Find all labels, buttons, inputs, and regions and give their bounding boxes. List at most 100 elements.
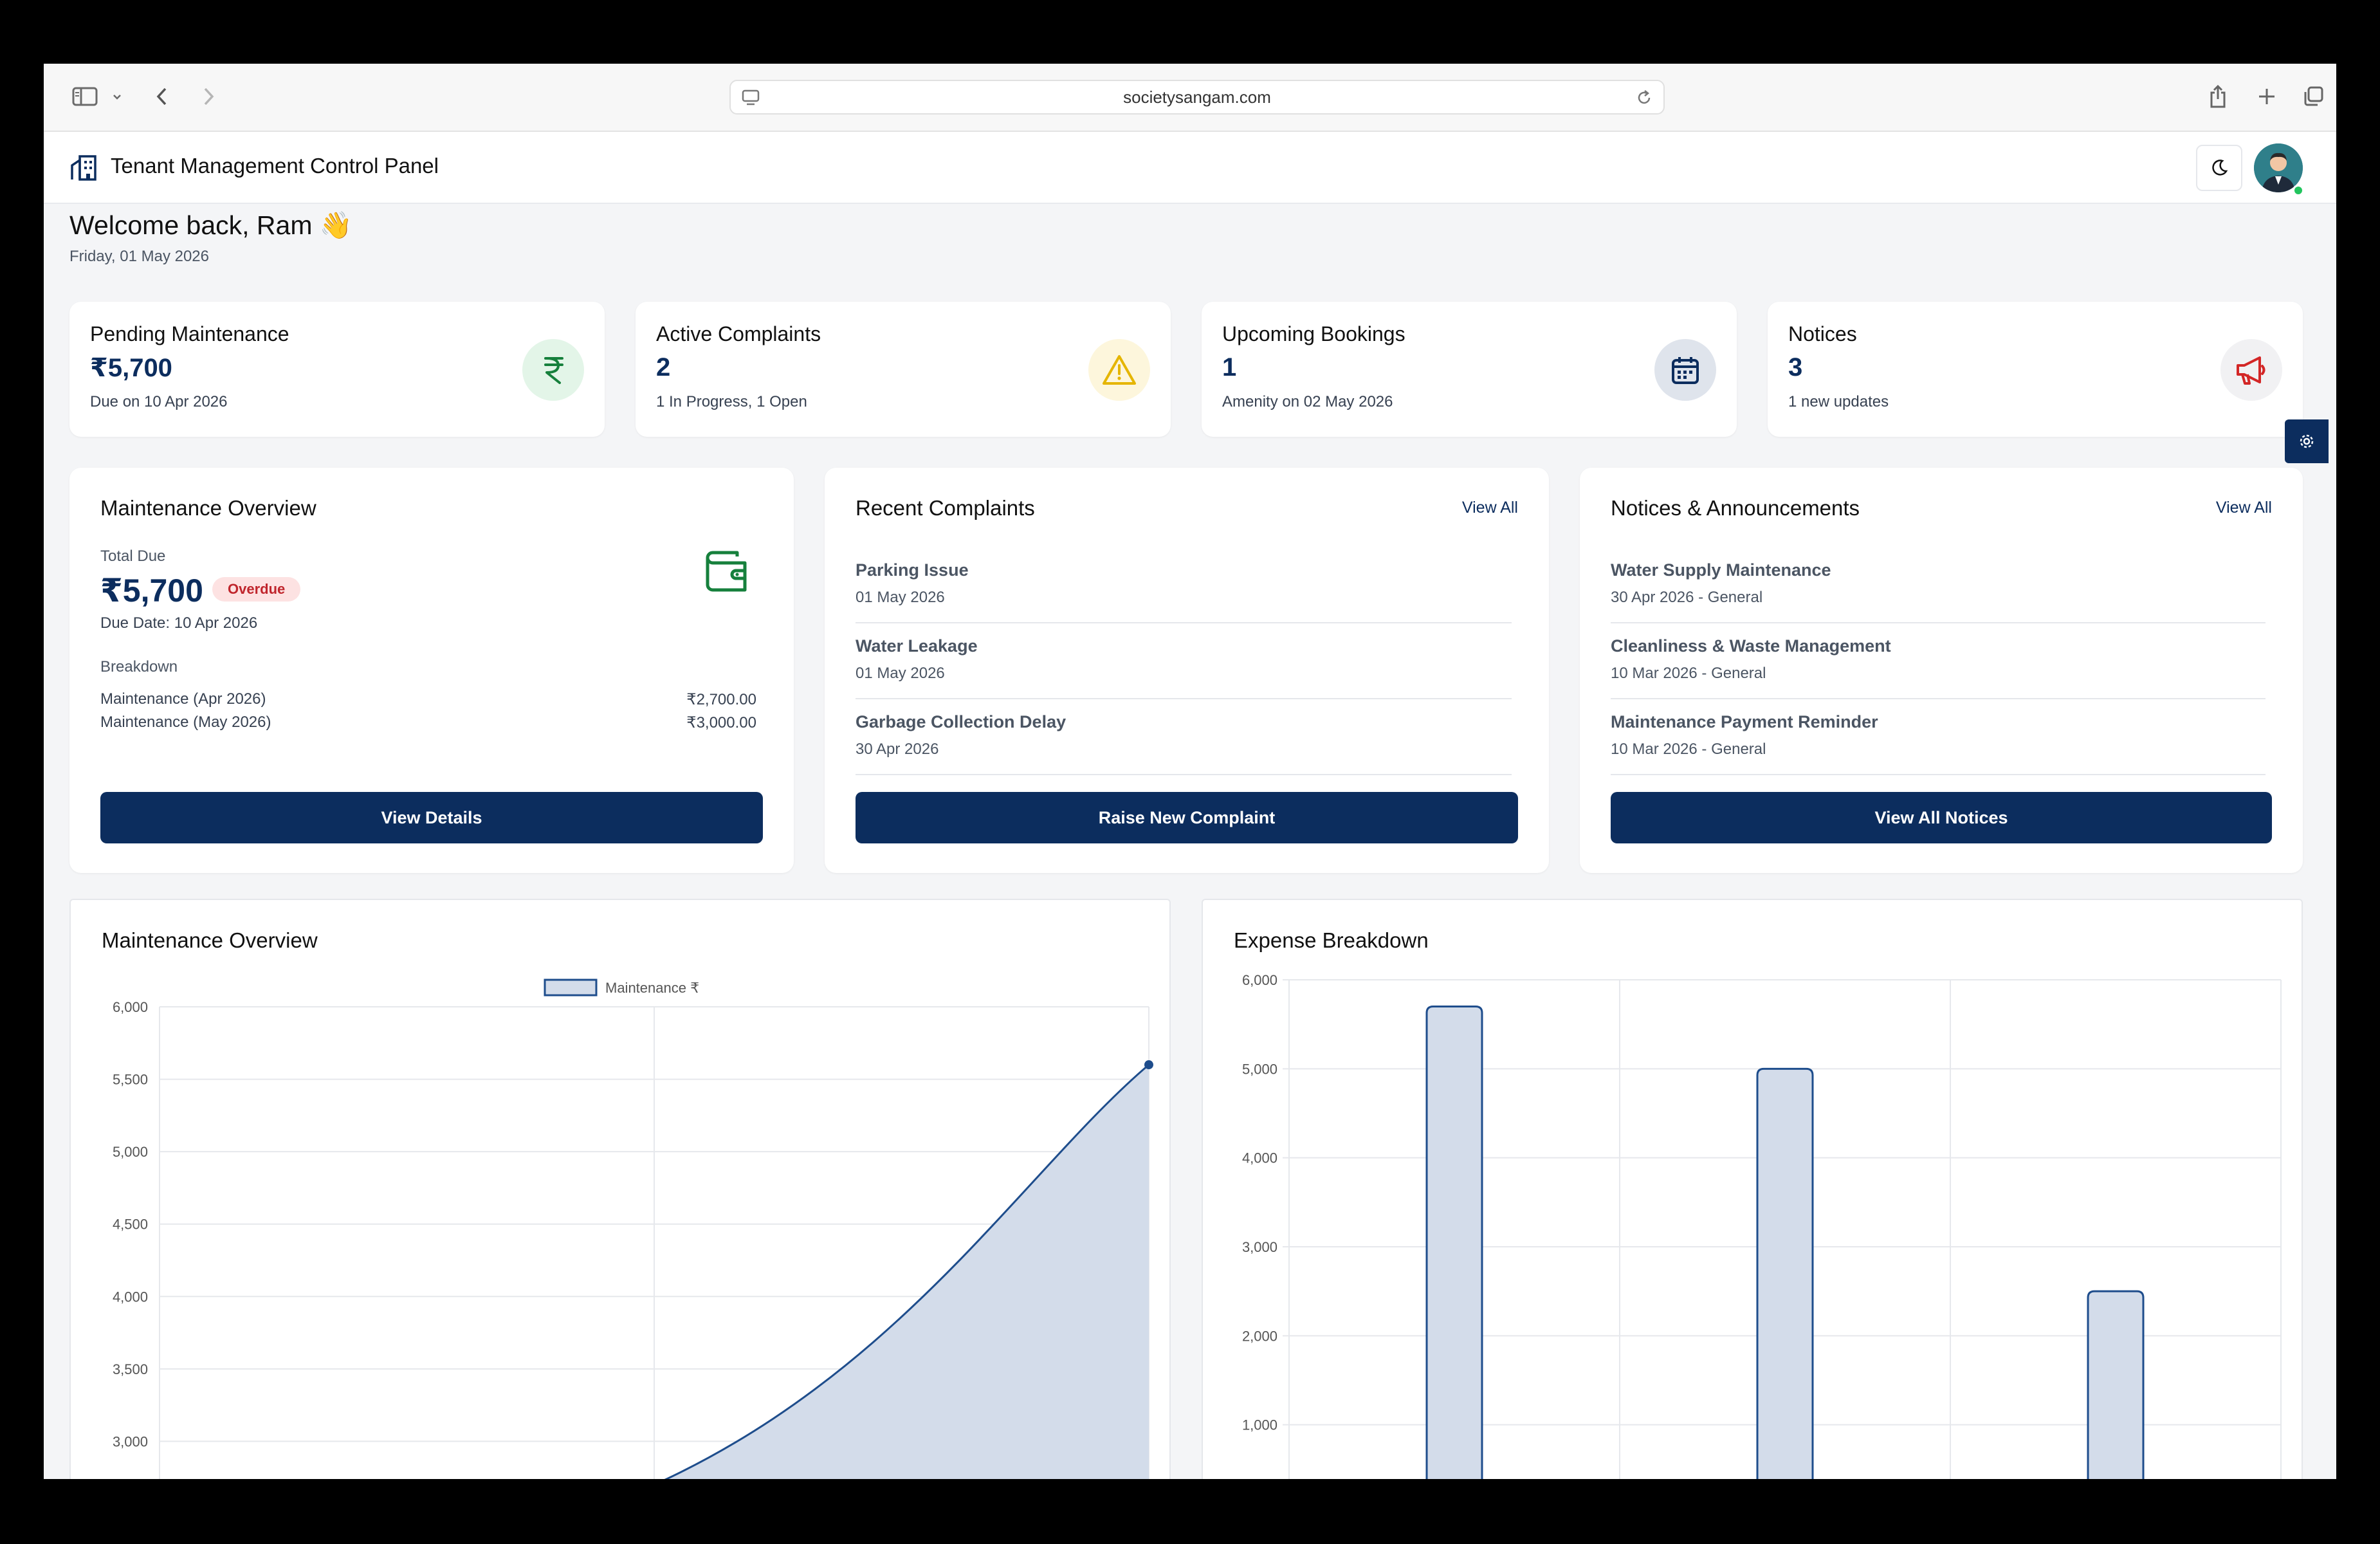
browser-toolbar: societysangam.com xyxy=(44,64,2336,132)
panel-title: Recent Complaints xyxy=(856,496,1035,520)
stat-subtitle: 1 new updates xyxy=(1788,393,1889,410)
rupee-icon xyxy=(522,339,584,401)
welcome-heading: Welcome back, Ram 👋 xyxy=(69,210,352,240)
complaint-item[interactable]: Parking Issue 01 May 2026 xyxy=(856,547,1512,623)
expense-chart-card: Expense Breakdown 6,000 5,000 4,000 3,000 2,… xyxy=(1202,899,2303,1479)
complaint-item[interactable]: Garbage Collection Delay 30 Apr 2026 xyxy=(856,699,1512,775)
notice-title: Maintenance Payment Reminder xyxy=(1611,712,1878,731)
breakdown-item-label: Maintenance (May 2026) xyxy=(100,713,271,731)
expense-bar-chart: 6,0005,0004,0003,0002,0001,0000maintenan… xyxy=(1242,972,2282,1479)
stat-subtitle: Amenity on 02 May 2026 xyxy=(1222,393,1393,410)
tabs-overview-icon[interactable] xyxy=(2300,83,2326,110)
stat-card-notices[interactable]: Notices 3 1 new updates xyxy=(1768,302,2303,437)
maintenance-chart-card: Maintenance Overview 6,000 5,500 5,000 4,50… xyxy=(69,899,1171,1479)
stat-card-upcoming-bookings[interactable]: Upcoming Bookings 1 Amenity on 02 May 20… xyxy=(1202,302,1737,437)
calendar-icon xyxy=(1654,339,1716,401)
notice-title: Cleanliness & Waste Management xyxy=(1611,636,1891,656)
stat-value: 1 xyxy=(1222,353,1237,381)
due-date: Due Date: 10 Apr 2026 xyxy=(100,614,258,632)
stat-subtitle: 1 In Progress, 1 Open xyxy=(656,393,807,410)
building-icon xyxy=(69,154,98,185)
stat-card-pending-maintenance[interactable]: Pending Maintenance ₹5,700 Due on 10 Apr… xyxy=(69,302,605,437)
bar-utility xyxy=(2087,1290,2145,1479)
stat-title: Upcoming Bookings xyxy=(1222,322,1405,345)
complaint-title: Garbage Collection Delay xyxy=(856,712,1066,731)
data-point xyxy=(1144,1060,1153,1070)
legend-label: Maintenance ₹ xyxy=(605,980,699,996)
gear-icon xyxy=(2300,434,2314,448)
notice-meta: 10 Mar 2026 - General xyxy=(1611,665,1766,682)
notice-item[interactable]: Cleanliness & Waste Management 10 Mar 20… xyxy=(1611,623,2266,699)
stat-card-active-complaints[interactable]: Active Complaints 2 1 In Progress, 1 Ope… xyxy=(636,302,1171,437)
y-tick-label: 1,000 xyxy=(1242,1417,1277,1433)
current-date: Friday, 01 May 2026 xyxy=(69,248,209,265)
raise-complaint-button[interactable]: Raise New Complaint xyxy=(856,792,1518,843)
notice-item[interactable]: Water Supply Maintenance 30 Apr 2026 - G… xyxy=(1611,547,2266,623)
stat-title: Notices xyxy=(1788,322,1857,345)
legend-swatch xyxy=(544,979,598,997)
address-bar[interactable]: societysangam.com xyxy=(729,80,1665,115)
complaint-date: 01 May 2026 xyxy=(856,665,945,682)
stat-subtitle: Due on 10 Apr 2026 xyxy=(90,393,228,410)
y-tick-label: 5,000 xyxy=(113,1144,148,1160)
chevron-down-icon[interactable] xyxy=(111,83,124,110)
maintenance-overview-card: Maintenance Overview Total Due ₹5,700 Ov… xyxy=(69,468,794,873)
breakdown-label: Breakdown xyxy=(100,658,178,676)
sidebar-toggle-icon[interactable] xyxy=(69,83,100,110)
stat-value: ₹5,700 xyxy=(90,354,172,382)
view-all-notices-link[interactable]: View All xyxy=(2216,499,2272,517)
reload-icon[interactable] xyxy=(1635,89,1653,111)
wallet-icon xyxy=(704,547,753,600)
url-text: societysangam.com xyxy=(1123,87,1271,107)
breakdown-row: Maintenance (May 2026) ₹3,000.00 xyxy=(100,713,756,732)
notice-item[interactable]: Maintenance Payment Reminder 10 Mar 2026… xyxy=(1611,699,2266,775)
app-header: Tenant Management Control Panel xyxy=(44,132,2336,204)
breakdown-item-amount: ₹2,700.00 xyxy=(686,691,756,708)
notice-meta: 10 Mar 2026 - General xyxy=(1611,740,1766,758)
y-tick-label: 4,500 xyxy=(113,1217,148,1233)
complaint-item[interactable]: Water Leakage 01 May 2026 xyxy=(856,623,1512,699)
moon-icon xyxy=(2212,160,2228,176)
settings-tab-button[interactable] xyxy=(2285,419,2329,463)
complaint-title: Parking Issue xyxy=(856,560,969,580)
status-badge: Overdue xyxy=(212,577,301,602)
back-icon[interactable] xyxy=(152,83,172,110)
y-tick-label: 5,500 xyxy=(113,1072,148,1088)
stat-title: Active Complaints xyxy=(656,322,821,345)
share-icon[interactable] xyxy=(2205,83,2231,110)
panel-title: Notices & Announcements xyxy=(1611,496,1860,520)
warning-icon xyxy=(1088,339,1150,401)
new-tab-icon[interactable] xyxy=(2254,83,2280,110)
stat-value: 2 xyxy=(656,353,671,381)
complaint-date: 01 May 2026 xyxy=(856,589,945,606)
y-tick-label: 5,000 xyxy=(1242,1061,1277,1077)
breakdown-item-amount: ₹3,000.00 xyxy=(686,714,756,731)
y-tick-label: 2,000 xyxy=(1242,1328,1277,1344)
y-tick-label: 4,000 xyxy=(1242,1150,1277,1166)
bar-rent xyxy=(1756,1067,1814,1479)
app-title: Tenant Management Control Panel xyxy=(111,154,439,178)
stat-value: 3 xyxy=(1788,353,1803,381)
notice-title: Water Supply Maintenance xyxy=(1611,560,1831,580)
site-settings-icon[interactable] xyxy=(741,89,760,111)
y-tick-label: 3,000 xyxy=(113,1433,148,1449)
complaint-title: Water Leakage xyxy=(856,636,978,656)
y-tick-label: 6,000 xyxy=(113,999,148,1015)
bar-maintenance xyxy=(1425,1006,1483,1479)
y-tick-label: 6,000 xyxy=(1242,972,1277,988)
theme-toggle-button[interactable] xyxy=(2196,145,2242,191)
view-all-notices-button[interactable]: View All Notices xyxy=(1611,792,2272,843)
y-tick-label: 4,000 xyxy=(113,1289,148,1305)
panel-title: Maintenance Overview xyxy=(100,496,316,520)
notices-card: Notices & Announcements View All Water S… xyxy=(1580,468,2303,873)
total-due-label: Total Due xyxy=(100,547,166,565)
view-all-complaints-link[interactable]: View All xyxy=(1462,499,1518,517)
forward-icon[interactable] xyxy=(198,83,219,110)
view-details-button[interactable]: View Details xyxy=(100,792,763,843)
total-due-amount: ₹5,700 xyxy=(100,573,203,609)
y-tick-label: 3,500 xyxy=(113,1361,148,1377)
breakdown-item-label: Maintenance (Apr 2026) xyxy=(100,690,266,708)
megaphone-icon xyxy=(2220,339,2282,401)
maintenance-area-chart: 6,0005,5005,0004,5004,0003,5003,0002,500… xyxy=(113,979,1153,1479)
notice-meta: 30 Apr 2026 - General xyxy=(1611,589,1763,606)
